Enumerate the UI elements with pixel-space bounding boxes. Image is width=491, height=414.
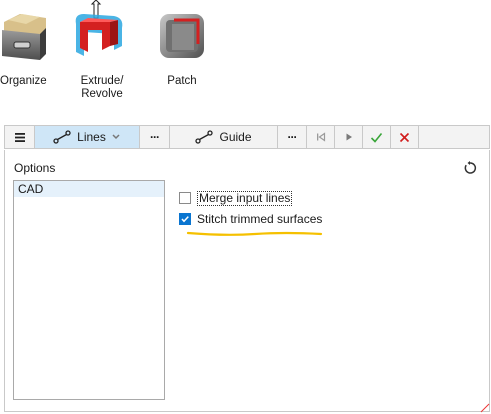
list-item-label: CAD bbox=[18, 182, 44, 196]
stitch-trimmed-surfaces-label: Stitch trimmed surfaces bbox=[197, 212, 323, 226]
lines-selector[interactable]: Lines bbox=[35, 126, 140, 148]
organize-label: Organize bbox=[0, 75, 47, 87]
checkmark-icon bbox=[181, 216, 189, 223]
lines-label: Lines bbox=[77, 130, 106, 144]
more-label: ··· bbox=[287, 130, 298, 144]
guide-label: Guide bbox=[219, 130, 252, 144]
tool-options-bar: Lines ··· Guide ··· bbox=[4, 125, 490, 149]
guide-curve-icon bbox=[195, 130, 214, 144]
confirm-button[interactable] bbox=[363, 126, 391, 148]
merge-input-lines-label: Merge input lines bbox=[197, 191, 293, 206]
play-icon bbox=[346, 133, 352, 141]
revolve-label: Revolve bbox=[81, 88, 123, 100]
cancel-button[interactable] bbox=[391, 126, 419, 148]
close-icon bbox=[399, 132, 410, 142]
corner-marker bbox=[480, 403, 490, 413]
options-panel: Options CAD Merge input lines Stitch tri… bbox=[4, 150, 490, 412]
reset-button[interactable] bbox=[463, 161, 477, 175]
menu-button[interactable] bbox=[5, 126, 35, 148]
list-item[interactable]: CAD bbox=[14, 181, 164, 197]
checkmark-icon bbox=[370, 132, 383, 143]
chevron-down-icon bbox=[112, 134, 120, 140]
lines-more-button[interactable]: ··· bbox=[140, 126, 170, 148]
highlight-underline bbox=[186, 231, 323, 236]
options-title: Options bbox=[14, 161, 56, 175]
stitch-trimmed-surfaces-checkbox[interactable] bbox=[179, 213, 191, 225]
organize-tool[interactable]: Organize bbox=[0, 8, 47, 88]
hamburger-menu-icon bbox=[14, 132, 25, 142]
patch-label: Patch bbox=[167, 75, 197, 87]
line-curve-icon bbox=[53, 130, 71, 144]
skip-back-button[interactable] bbox=[307, 126, 335, 148]
more-label: ··· bbox=[150, 130, 160, 144]
patch-icon bbox=[160, 14, 204, 58]
extrude-revolve-icon bbox=[75, 0, 123, 56]
reset-icon bbox=[464, 161, 477, 174]
guide-selector[interactable]: Guide bbox=[170, 126, 278, 148]
merge-input-lines-checkbox[interactable] bbox=[179, 192, 191, 204]
guide-more-button[interactable]: ··· bbox=[278, 126, 307, 148]
play-button[interactable] bbox=[335, 126, 363, 148]
patch-tool[interactable]: Patch bbox=[152, 8, 208, 88]
category-list[interactable]: CAD bbox=[13, 180, 165, 400]
organize-box-icon bbox=[2, 14, 46, 60]
extrude-label: Extrude/ bbox=[80, 75, 124, 87]
skip-back-icon bbox=[316, 132, 325, 142]
extrude-revolve-tool[interactable]: Extrude/ Revolve bbox=[70, 0, 134, 100]
